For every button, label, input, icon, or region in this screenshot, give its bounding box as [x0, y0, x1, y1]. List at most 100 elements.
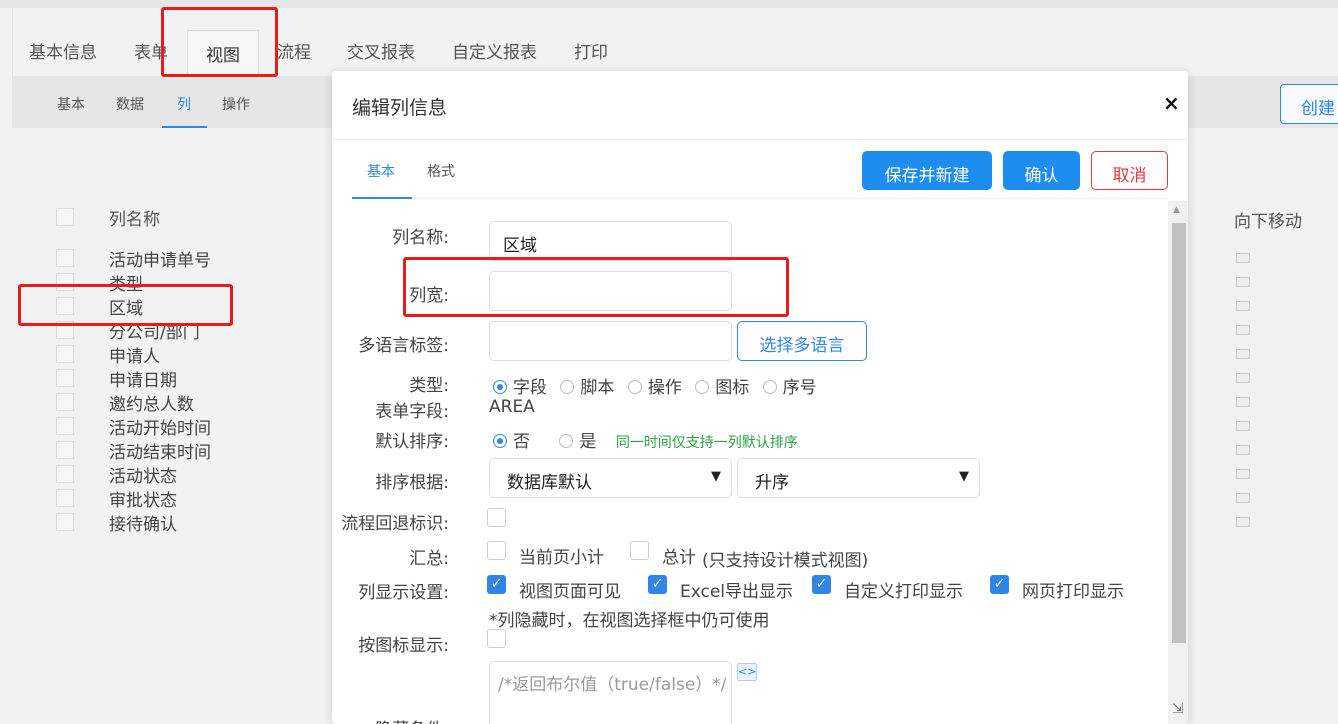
sort-by-label: 排序根据: [375, 473, 449, 493]
type-option-icon[interactable]: 图标 [695, 378, 749, 398]
list-item[interactable]: 邀约总人数 [56, 390, 256, 415]
type-option-field[interactable]: 字段 [493, 378, 547, 398]
default-sort-hint: 同一时间仅支持一列默认排序 [615, 435, 798, 451]
select-value: 数据库默认 [507, 473, 592, 493]
tab-dialog-format[interactable]: 格式 [427, 161, 455, 181]
list-item-label: 活动申请单号 [109, 251, 211, 271]
list-item-label: 接待确认 [109, 515, 177, 535]
sort-order-select[interactable]: 升序 ▼ [737, 458, 980, 498]
hidden-condition-textarea[interactable]: /*返回布尔值（true/false）*/ [489, 661, 732, 724]
move-down-icon[interactable] [1236, 445, 1250, 455]
active-tab-indicator [352, 197, 412, 199]
check-icon[interactable]: ✓ [487, 575, 506, 594]
move-down-icon[interactable] [1236, 349, 1250, 359]
flow-back-checkbox[interactable] [487, 508, 506, 527]
subtab-columns[interactable]: 列 [177, 94, 191, 114]
move-down-icon[interactable] [1236, 397, 1250, 407]
radio-label: 序号 [782, 378, 817, 398]
tab-print[interactable]: 打印 [574, 38, 608, 63]
column-name-input[interactable]: 区域 [489, 221, 732, 261]
radio-icon[interactable] [695, 380, 710, 394]
select-language-button[interactable]: 选择多语言 [737, 321, 867, 361]
list-item-label: 邀约总人数 [109, 395, 194, 415]
resize-grip-icon[interactable]: ⇲ [1172, 701, 1184, 717]
list-item[interactable]: 申请日期 [56, 366, 256, 391]
check-icon[interactable]: ✓ [812, 575, 831, 594]
list-item[interactable]: 接待确认 [56, 510, 256, 535]
select-all-checkbox[interactable] [56, 208, 74, 226]
row-checkbox[interactable] [56, 249, 74, 267]
multi-language-input[interactable] [489, 321, 732, 361]
total-checkbox[interactable] [630, 541, 649, 560]
icon-display-checkbox[interactable] [487, 629, 506, 648]
sort-option-no[interactable]: 否 [493, 432, 530, 452]
type-option-index[interactable]: 序号 [762, 378, 817, 398]
move-down-icon[interactable] [1236, 469, 1250, 479]
row-checkbox[interactable] [56, 465, 74, 483]
radio-checked-icon[interactable] [493, 434, 507, 448]
type-option-script[interactable]: 脚本 [560, 378, 614, 398]
row-checkbox[interactable] [56, 513, 74, 531]
current-page-subtotal-label: 当前页小计 [519, 548, 604, 568]
sort-by-select[interactable]: 数据库默认 ▼ [489, 458, 732, 498]
type-label: 类型: [409, 376, 449, 396]
current-page-subtotal-checkbox[interactable] [487, 541, 506, 560]
list-item[interactable]: 活动开始时间 [56, 414, 256, 439]
row-checkbox[interactable] [56, 345, 74, 363]
sort-option-yes[interactable]: 是 [559, 432, 596, 452]
list-item[interactable]: 活动状态 [56, 462, 256, 487]
radio-icon[interactable] [762, 380, 777, 394]
check-icon[interactable]: ✓ [990, 575, 1009, 594]
move-down-icon[interactable] [1236, 253, 1250, 263]
row-checkbox[interactable] [56, 489, 74, 507]
radio-icon[interactable] [627, 380, 642, 394]
form-field-label: 表单字段: [375, 402, 449, 422]
tab-dialog-basic[interactable]: 基本 [367, 161, 395, 181]
column-name-label: 列名称: [392, 228, 449, 248]
type-option-action[interactable]: 操作 [627, 378, 682, 398]
tab-custom-report[interactable]: 自定义报表 [452, 38, 537, 63]
row-checkbox[interactable] [56, 441, 74, 459]
tab-basic-info[interactable]: 基本信息 [29, 38, 97, 63]
list-item[interactable]: 活动结束时间 [56, 438, 256, 463]
list-item[interactable]: 活动申请单号 [56, 246, 256, 271]
code-editor-icon[interactable]: <> [737, 663, 757, 681]
move-down-icon[interactable] [1236, 373, 1250, 383]
subtab-data[interactable]: 数据 [116, 94, 144, 114]
display-option-label: 网页打印显示 [1022, 582, 1124, 602]
scrollbar[interactable]: ▲ [1168, 201, 1188, 724]
row-checkbox[interactable] [56, 393, 74, 411]
list-item-label: 审批状态 [109, 491, 177, 511]
move-down-icon[interactable] [1236, 325, 1250, 335]
radio-icon[interactable] [559, 434, 574, 448]
move-down-icon[interactable] [1236, 301, 1250, 311]
row-checkbox[interactable] [56, 417, 74, 435]
list-item[interactable]: 申请人 [56, 342, 256, 367]
subtab-basic[interactable]: 基本 [57, 94, 85, 114]
confirm-button[interactable]: 确认 [1003, 151, 1080, 190]
move-down-icon[interactable] [1236, 277, 1250, 287]
chevron-down-icon: ▼ [959, 469, 969, 484]
move-down-icon[interactable] [1236, 493, 1250, 503]
scroll-up-icon[interactable]: ▲ [1173, 205, 1180, 215]
radio-icon[interactable] [560, 380, 575, 394]
tab-flow[interactable]: 流程 [277, 38, 311, 63]
check-icon[interactable]: ✓ [648, 575, 667, 594]
move-down-icon[interactable] [1236, 421, 1250, 431]
row-checkbox[interactable] [56, 369, 74, 387]
move-down-icon[interactable] [1236, 517, 1250, 527]
radio-checked-icon[interactable] [493, 380, 507, 394]
subtab-actions[interactable]: 操作 [222, 94, 250, 114]
scrollbar-thumb[interactable] [1172, 223, 1186, 643]
save-and-new-button[interactable]: 保存并新建 [862, 151, 992, 190]
highlight-view-tab [161, 7, 278, 77]
cancel-button[interactable]: 取消 [1091, 151, 1168, 190]
display-option-label: 自定义打印显示 [844, 582, 963, 602]
multi-language-label: 多语言标签: [358, 336, 449, 356]
list-item[interactable]: 审批状态 [56, 486, 256, 511]
close-icon[interactable]: × [1163, 91, 1180, 115]
chevron-down-icon: ▼ [711, 469, 721, 484]
tab-cross-report[interactable]: 交叉报表 [347, 38, 415, 63]
create-button[interactable]: 创建 [1280, 84, 1338, 124]
flow-back-label: 流程回退标识: [341, 514, 449, 534]
